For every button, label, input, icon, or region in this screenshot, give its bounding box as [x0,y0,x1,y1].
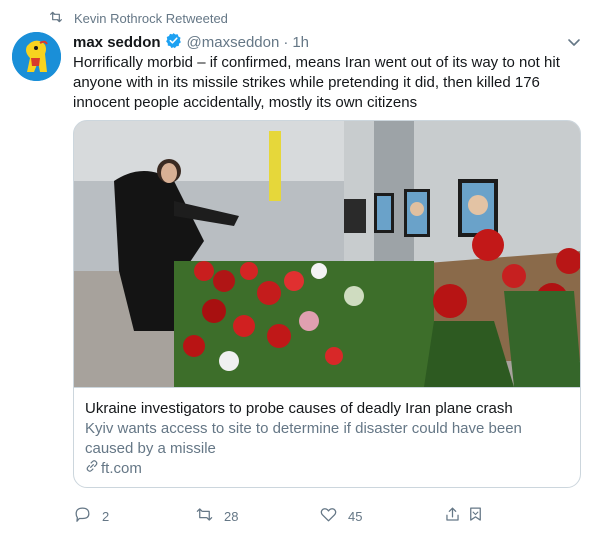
reply-button[interactable]: 2 [73,505,109,527]
retweet-count: 28 [224,508,239,524]
like-button[interactable]: 45 [319,505,362,527]
avatar[interactable] [12,32,61,81]
like-count: 45 [348,508,363,524]
heart-icon [319,505,338,527]
chevron-down-icon[interactable] [566,34,582,50]
card-domain-text[interactable]: ft.com [101,459,142,479]
card-title[interactable]: Ukraine investigators to probe causes of… [85,399,573,419]
link-icon [85,459,99,479]
retweet-icon [48,10,64,27]
tweet-header: max seddon @maxseddon · 1h [73,32,309,53]
card-text[interactable]: Ukraine investigators to probe causes of… [85,399,573,479]
tweet-text: Horrifically morbid – if confirmed, mean… [73,54,560,111]
reply-count: 2 [102,508,110,524]
tweet-timestamp[interactable]: 1h [292,34,309,51]
author-handle[interactable]: @maxseddon [187,34,280,51]
reply-icon [73,505,92,527]
card-description[interactable]: Kyiv wants access to site to determine i… [85,419,573,459]
retweeted-by-text[interactable]: Kevin Rothrock Retweeted [74,11,228,26]
save-bookmark-icon[interactable] [466,505,485,527]
retweet-action-icon [195,505,214,527]
retweet-button[interactable]: 28 [195,505,238,527]
author-name[interactable]: max seddon [73,34,161,51]
tweet-actions: 2 28 45 [73,505,493,529]
verified-badge-icon [161,32,187,53]
share-icon [443,505,462,527]
retweet-indicator: Kevin Rothrock Retweeted [48,10,228,27]
card-domain[interactable]: ft.com [85,459,573,479]
share-button[interactable] [443,505,485,527]
card-image[interactable] [74,121,580,388]
link-card[interactable]: Ukraine investigators to probe causes of… [73,120,581,488]
separator-dot: · [283,34,289,51]
